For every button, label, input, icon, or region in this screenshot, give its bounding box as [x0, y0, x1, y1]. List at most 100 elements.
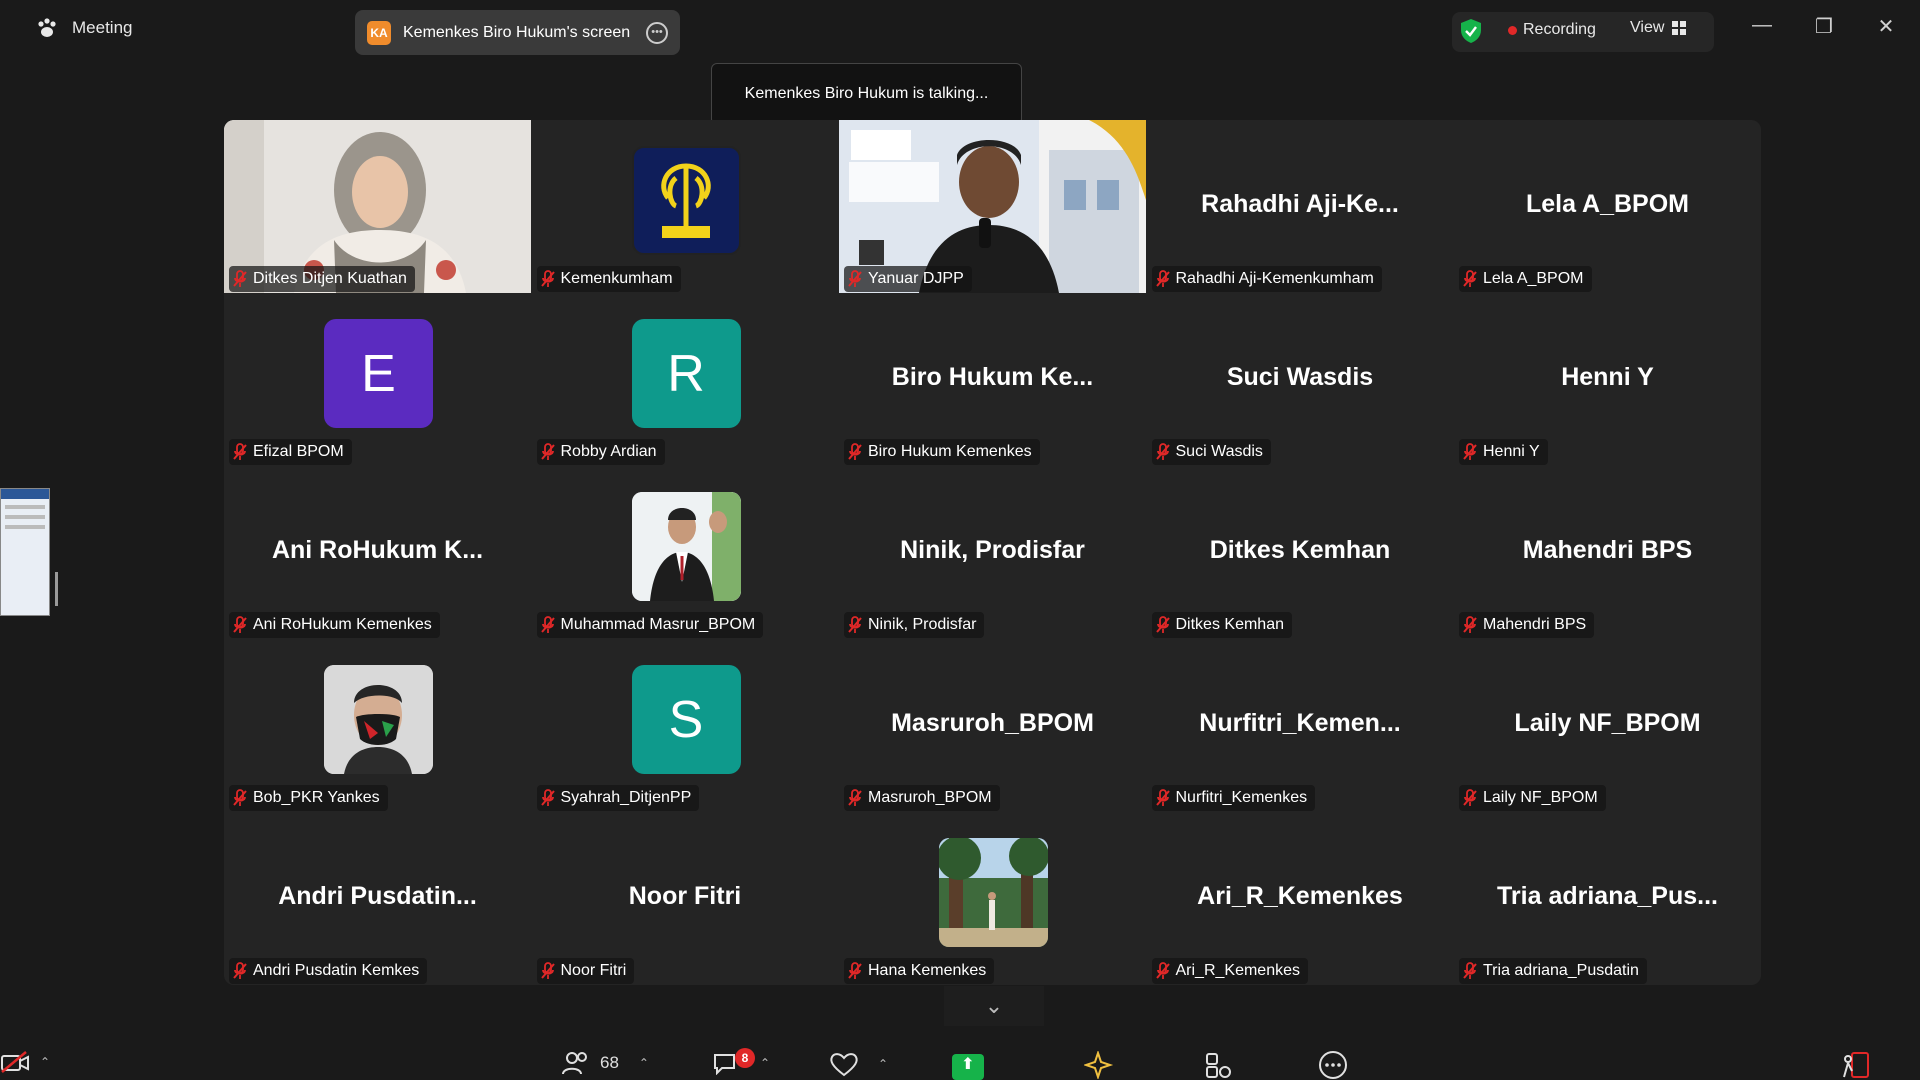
close-icon[interactable]: ✕	[1871, 14, 1901, 39]
participant-tile[interactable]: Bob_PKR Yankes	[224, 639, 531, 812]
mic-muted-icon	[540, 616, 555, 633]
participant-tile[interactable]: Nurfitri_Kemen... Nurfitri_Kemenkes	[1146, 639, 1454, 812]
mic-muted-icon	[848, 270, 862, 287]
active-speaker-toast: Kemenkes Biro Hukum is talking...	[711, 63, 1022, 125]
participant-name-label: Suci Wasdis	[1151, 439, 1271, 465]
participant-tile[interactable]: Biro Hukum Ke... Biro Hukum Kemenkes	[839, 293, 1146, 466]
recording-indicator[interactable]: Recording	[1508, 21, 1596, 39]
participants-button[interactable]: 68 ⌃	[562, 1051, 649, 1075]
apps-button[interactable]	[1204, 1051, 1234, 1079]
participant-name-label: Noor Fitri	[536, 958, 635, 984]
leave-button[interactable]	[1838, 1051, 1872, 1079]
participant-name: Nurfitri_Kemenkes	[1175, 789, 1308, 806]
participant-name: Syahrah_DitjenPP	[560, 789, 692, 806]
participants-icon	[562, 1052, 587, 1075]
participant-tile[interactable]: Noor Fitri Noor Fitri	[531, 812, 839, 985]
participant-name: Noor Fitri	[560, 962, 627, 979]
participant-name: Tria adriana_Pusdatin	[1483, 962, 1639, 979]
more-icon	[1319, 1051, 1347, 1079]
reactions-button[interactable]: ⌃	[828, 1051, 888, 1077]
more-button[interactable]	[1316, 1051, 1350, 1079]
participant-name: Efizal BPOM	[253, 443, 344, 460]
view-button[interactable]: View	[1630, 19, 1687, 37]
participant-name-label: Ditkes Kemhan	[1151, 612, 1292, 638]
shared-screen-thumbnail[interactable]	[0, 488, 50, 616]
participant-name-label: Hana Kemenkes	[844, 958, 995, 984]
sparkle-icon	[1084, 1051, 1114, 1079]
screen-share-chip[interactable]: KA Kemenkes Biro Hukum's screen •••	[355, 10, 680, 55]
mic-muted-icon	[233, 270, 247, 287]
grid-view-icon	[1672, 21, 1687, 35]
participant-photo	[324, 665, 433, 774]
participant-name-label: Ari_R_Kemenkes	[1151, 958, 1308, 984]
participant-name-label: Robby Ardian	[536, 439, 665, 465]
share-screen-button[interactable]: ⬆	[952, 1054, 984, 1080]
participant-tile[interactable]: Ditkes Kemhan Ditkes Kemhan	[1146, 466, 1454, 639]
mic-muted-icon	[848, 789, 862, 806]
video-toggle[interactable]: ⌃	[0, 1051, 50, 1073]
participant-tile[interactable]: Henni Y Henni Y	[1454, 293, 1761, 466]
participant-tile[interactable]: S Syahrah_DitjenPP	[531, 639, 839, 812]
participant-tile[interactable]: Suci Wasdis Suci Wasdis	[1146, 293, 1454, 466]
participant-name: Yanuar DJPP	[868, 270, 964, 287]
mic-muted-icon	[540, 270, 555, 287]
participant-tile[interactable]: Rahadhi Aji-Ke... Rahadhi Aji-Kemenkumham	[1146, 120, 1454, 293]
participant-tile[interactable]: Tria adriana_Pus... Tria adriana_Pusdatin	[1454, 812, 1761, 985]
ai-companion-button[interactable]	[1084, 1051, 1114, 1079]
mic-muted-icon	[1463, 962, 1477, 979]
mic-muted-icon	[1463, 616, 1477, 633]
scroll-down-button[interactable]: ⌄	[944, 986, 1044, 1026]
participant-tile[interactable]: Ditkes Ditjen Kuathan	[224, 120, 531, 293]
participant-tile[interactable]: Muhammad Masrur_BPOM	[531, 466, 839, 639]
mic-muted-icon	[1155, 616, 1170, 633]
participant-name-label: Henni Y	[1459, 439, 1548, 465]
participant-name-label: Muhammad Masrur_BPOM	[536, 612, 764, 638]
mic-muted-icon	[848, 616, 862, 633]
participant-tile[interactable]: Yanuar DJPP	[839, 120, 1146, 293]
participant-name: Ani RoHukum Kemenkes	[253, 616, 432, 633]
participant-name: Andri Pusdatin Kemkes	[253, 962, 420, 979]
participant-name-label: Bob_PKR Yankes	[229, 785, 388, 811]
participant-name: Suci Wasdis	[1175, 443, 1263, 460]
participant-name: Biro Hukum Kemenkes	[868, 443, 1032, 460]
participant-tile[interactable]: Ninik, Prodisfar Ninik, Prodisfar	[839, 466, 1146, 639]
participant-name-label: Efizal BPOM	[229, 439, 352, 465]
participant-tile[interactable]: Mahendri BPS Mahendri BPS	[1454, 466, 1761, 639]
participant-tile[interactable]: Hana Kemenkes	[839, 812, 1146, 985]
minimize-icon[interactable]: —	[1747, 14, 1777, 37]
sharer-avatar-badge: KA	[367, 20, 391, 45]
reactions-chevron-icon[interactable]: ⌃	[878, 1057, 888, 1071]
mic-muted-icon	[848, 443, 862, 460]
video-off-icon	[1, 1051, 29, 1073]
participant-name: Muhammad Masrur_BPOM	[560, 616, 756, 633]
panel-resize-handle[interactable]	[55, 572, 58, 606]
chat-chevron-icon[interactable]: ⌃	[760, 1056, 770, 1070]
participant-tile[interactable]: Lela A_BPOM Lela A_BPOM	[1454, 120, 1761, 293]
participant-name: Henni Y	[1483, 443, 1540, 460]
participant-tile[interactable]: E Efizal BPOM	[224, 293, 531, 466]
shield-check-icon[interactable]	[1460, 18, 1482, 44]
participant-name: Hana Kemenkes	[868, 962, 987, 979]
video-options-chevron-icon[interactable]: ⌃	[40, 1055, 50, 1069]
participant-tile[interactable]: Laily NF_BPOM Laily NF_BPOM	[1454, 639, 1761, 812]
mic-muted-icon	[233, 962, 247, 979]
participant-tile[interactable]: Ari_R_Kemenkes Ari_R_Kemenkes	[1146, 812, 1454, 985]
participant-name-label: Tria adriana_Pusdatin	[1459, 958, 1647, 984]
participant-name-label: Biro Hukum Kemenkes	[844, 439, 1040, 465]
participant-tile[interactable]: Andri Pusdatin... Andri Pusdatin Kemkes	[224, 812, 531, 985]
initial-avatar: S	[631, 665, 741, 774]
participant-tile[interactable]: Masruroh_BPOM Masruroh_BPOM	[839, 639, 1146, 812]
meeting-menu[interactable]: Meeting	[36, 18, 132, 38]
participant-name: Kemenkumham	[560, 270, 673, 287]
participant-tile[interactable]: Ani RoHukum K... Ani RoHukum Kemenkes	[224, 466, 531, 639]
participant-tile[interactable]: Kemenkumham	[531, 120, 839, 293]
participant-name-label: Yanuar DJPP	[844, 266, 972, 292]
participant-tile[interactable]: R Robby Ardian	[531, 293, 839, 466]
more-options-icon[interactable]: •••	[646, 21, 668, 44]
restore-icon[interactable]: ❐	[1809, 14, 1839, 39]
participants-chevron-icon[interactable]: ⌃	[639, 1056, 649, 1070]
participant-photo	[631, 492, 741, 601]
participant-name-label: Lela A_BPOM	[1459, 266, 1592, 292]
participant-name-label: Ditkes Ditjen Kuathan	[229, 266, 415, 292]
participant-name-label: Ninik, Prodisfar	[844, 612, 985, 638]
